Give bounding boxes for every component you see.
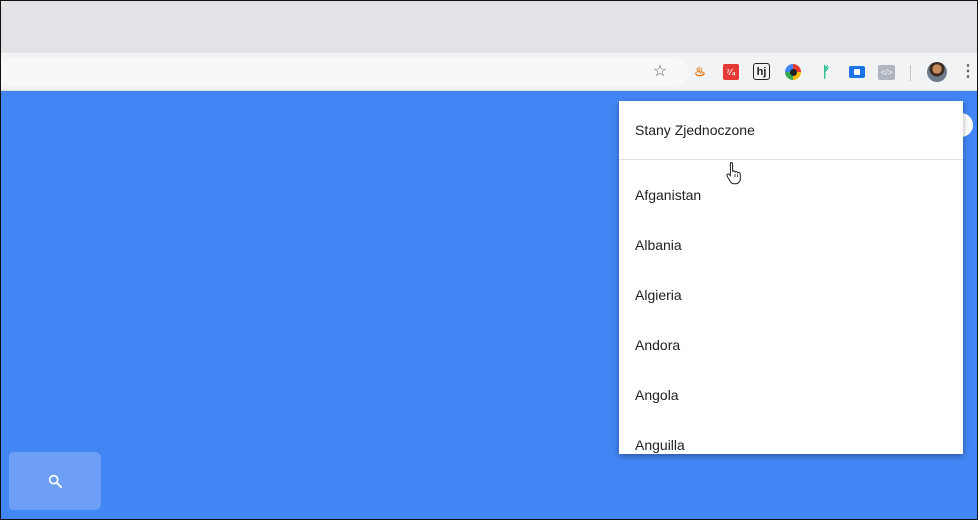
country-option-algieria[interactable]: Algieria (619, 270, 963, 320)
selected-country[interactable]: Stany Zjednoczone (619, 101, 963, 160)
country-option-anguilla[interactable]: Anguilla (619, 420, 963, 454)
country-option-afganistan[interactable]: Afganistan (619, 170, 963, 220)
search-icon (48, 474, 62, 488)
profile-avatar[interactable] (927, 62, 947, 82)
java-icon[interactable]: ♨ (691, 63, 709, 81)
dropdown-spacer (619, 160, 963, 170)
browser-window: ☆ ♨ ⁷∕₄ hj ᚠ </> ⋮ Stany Zjednoczone Afg… (0, 0, 978, 520)
browser-toolbar: ☆ ♨ ⁷∕₄ hj ᚠ </> ⋮ (1, 53, 977, 91)
hand-pointer-icon (726, 161, 741, 185)
hj-extension-icon[interactable]: hj (753, 63, 770, 80)
menu-dots-icon[interactable]: ⋮ (959, 62, 977, 80)
country-dropdown[interactable]: Stany Zjednoczone Afganistan Albania Alg… (619, 101, 963, 454)
blue-extension-icon[interactable] (849, 66, 865, 78)
address-bar[interactable] (1, 59, 689, 85)
country-option-angola[interactable]: Angola (619, 370, 963, 420)
tab-strip (1, 1, 977, 53)
toolbar-separator (910, 65, 911, 81)
search-button[interactable] (9, 452, 101, 510)
country-option-andora[interactable]: Andora (619, 320, 963, 370)
code-extension-icon[interactable]: </> (878, 65, 895, 80)
star-icon[interactable]: ☆ (651, 62, 669, 80)
color-circle-extension-icon[interactable] (785, 64, 801, 80)
bird-extension-icon[interactable]: ᚠ (817, 63, 835, 81)
red-extension-icon[interactable]: ⁷∕₄ (723, 64, 739, 80)
country-option-albania[interactable]: Albania (619, 220, 963, 270)
